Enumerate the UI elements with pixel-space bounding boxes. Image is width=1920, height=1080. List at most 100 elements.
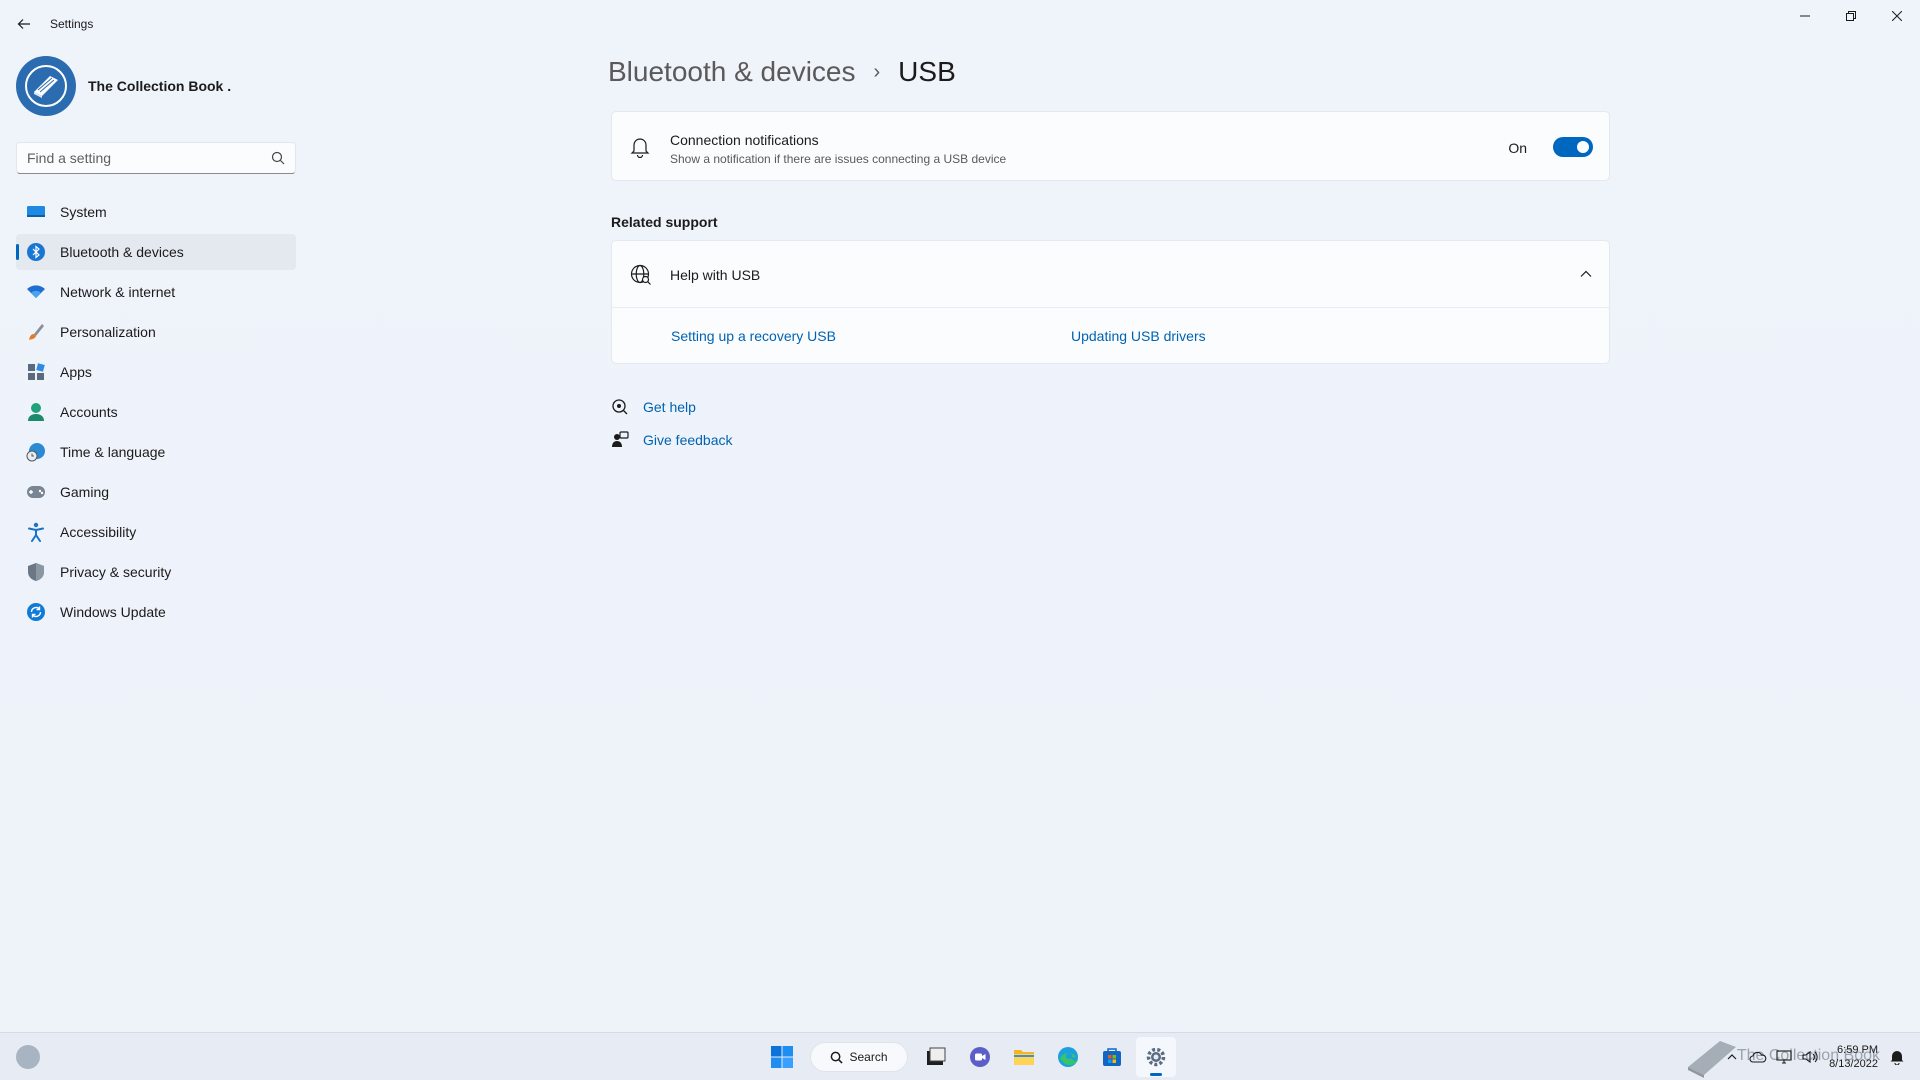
network-tray-button[interactable] [1771,1033,1797,1080]
usb-drivers-link[interactable]: Updating USB drivers [1071,328,1206,344]
sidebar-item-system[interactable]: System [16,194,296,230]
book-logo-icon [25,65,67,107]
restore-icon [1846,11,1856,21]
accounts-icon [26,402,46,422]
edge-browser-button[interactable] [1048,1037,1088,1077]
search-box[interactable] [16,142,296,174]
system-icon [26,202,46,222]
sidebar-item-label: Network & internet [60,284,176,300]
edge-icon [1058,1047,1078,1067]
start-button[interactable] [762,1037,802,1077]
notifications-toggle[interactable] [1553,137,1593,157]
clock-time: 6:59 PM [1837,1044,1878,1056]
close-button[interactable] [1874,0,1920,32]
breadcrumb-parent[interactable]: Bluetooth & devices [608,56,856,88]
sidebar-item-label: Windows Update [60,604,166,620]
sidebar-item-apps[interactable]: Apps [16,354,296,390]
taskbar-search[interactable]: Search [810,1042,908,1072]
app-title: Settings [50,17,94,31]
sidebar-item-label: Accessibility [60,524,137,540]
search-input[interactable] [17,150,257,166]
file-explorer-button[interactable] [1004,1037,1044,1077]
sidebar-item-accounts[interactable]: Accounts [16,394,296,430]
volume-tray-button[interactable] [1797,1033,1823,1080]
minimize-button[interactable] [1782,0,1828,32]
sidebar-item-gaming[interactable]: Gaming [16,474,296,510]
cloud-icon [1749,1051,1767,1063]
feedback-icon [612,431,629,447]
window-controls [1782,0,1920,32]
teams-chat-icon [970,1047,990,1067]
apps-icon [26,362,46,382]
help-with-usb-title: Help with USB [670,267,761,283]
sidebar-nav: System Bluetooth & devices Network & int… [16,194,296,634]
sidebar-item-privacy-security[interactable]: Privacy & security [16,554,296,590]
sidebar-item-accessibility[interactable]: Accessibility [16,514,296,550]
restore-button[interactable] [1828,0,1874,32]
help-with-usb-expander[interactable]: Help with USB [612,241,1609,308]
widgets-button[interactable] [16,1045,40,1069]
accessibility-icon [26,522,46,542]
help-with-usb-card: Help with USB Setting up a recovery USB … [611,240,1610,364]
sidebar-item-bluetooth-devices[interactable]: Bluetooth & devices [16,234,296,270]
back-button[interactable] [10,10,38,38]
store-icon [1103,1048,1121,1066]
wifi-icon [26,282,46,302]
sidebar-item-label: Apps [60,364,92,380]
notification-center-button[interactable] [1884,1033,1910,1080]
avatar [16,56,76,116]
shield-icon [26,562,46,582]
task-view-button[interactable] [916,1037,956,1077]
sidebar-item-label: Accounts [60,404,118,420]
notifications-description: Show a notification if there are issues … [670,152,1007,166]
get-help-link[interactable]: Get help [611,398,696,416]
get-help-label: Get help [643,399,696,415]
folder-icon [1014,1050,1034,1065]
sidebar-item-label: Privacy & security [60,564,172,580]
minimize-icon [1800,15,1810,17]
task-view-icon [927,1047,946,1065]
close-icon [1892,11,1902,21]
taskbar-search-label: Search [849,1050,888,1064]
connection-notifications-card: Connection notifications Show a notifica… [611,111,1610,181]
sidebar-item-label: System [60,204,107,220]
sidebar-item-network-internet[interactable]: Network & internet [16,274,296,310]
speaker-icon [1802,1050,1818,1064]
taskbar-apps: Search [760,1037,1178,1077]
page-title: USB [898,56,956,87]
store-button[interactable] [1092,1037,1132,1077]
notification-bell-icon [1890,1051,1904,1065]
notifications-title: Connection notifications [670,132,819,148]
bluetooth-icon [26,242,46,262]
sidebar-item-windows-update[interactable]: Windows Update [16,594,296,630]
globe-clock-icon [26,442,46,462]
sidebar-item-time-language[interactable]: Time & language [16,434,296,470]
recovery-usb-link[interactable]: Setting up a recovery USB [671,328,836,344]
taskbar: Search The Collection Book 6:59 PM 8/13/… [0,1032,1920,1080]
search-icon [271,151,285,165]
user-profile[interactable]: The Collection Book . [16,56,231,116]
settings-taskbar-button[interactable] [1136,1037,1176,1077]
taskbar-clock[interactable]: 6:59 PM 8/13/2022 [1829,1043,1878,1071]
sidebar-item-label: Gaming [60,484,110,500]
related-support-heading: Related support [611,214,718,230]
windows-logo-icon [771,1046,793,1068]
back-arrow-icon [17,19,30,29]
sidebar-item-label: Personalization [60,324,156,340]
give-feedback-link[interactable]: Give feedback [611,431,733,449]
sidebar-item-label: Time & language [60,444,166,460]
brush-icon [26,322,46,342]
sidebar-item-label: Bluetooth & devices [60,244,184,260]
globe-search-icon [630,264,651,285]
toggle-state-label: On [1508,140,1527,156]
search-icon [831,1051,844,1064]
show-hidden-icons-button[interactable] [1719,1033,1745,1080]
title-bar: Settings [0,0,1920,48]
gamepad-icon [26,482,46,502]
sidebar-item-personalization[interactable]: Personalization [16,314,296,350]
chat-button[interactable] [960,1037,1000,1077]
profile-name: The Collection Book . [88,78,232,94]
onedrive-button[interactable] [1745,1033,1771,1080]
breadcrumb: Bluetooth & devices › USB [608,56,956,88]
clock-date: 8/13/2022 [1829,1058,1878,1070]
